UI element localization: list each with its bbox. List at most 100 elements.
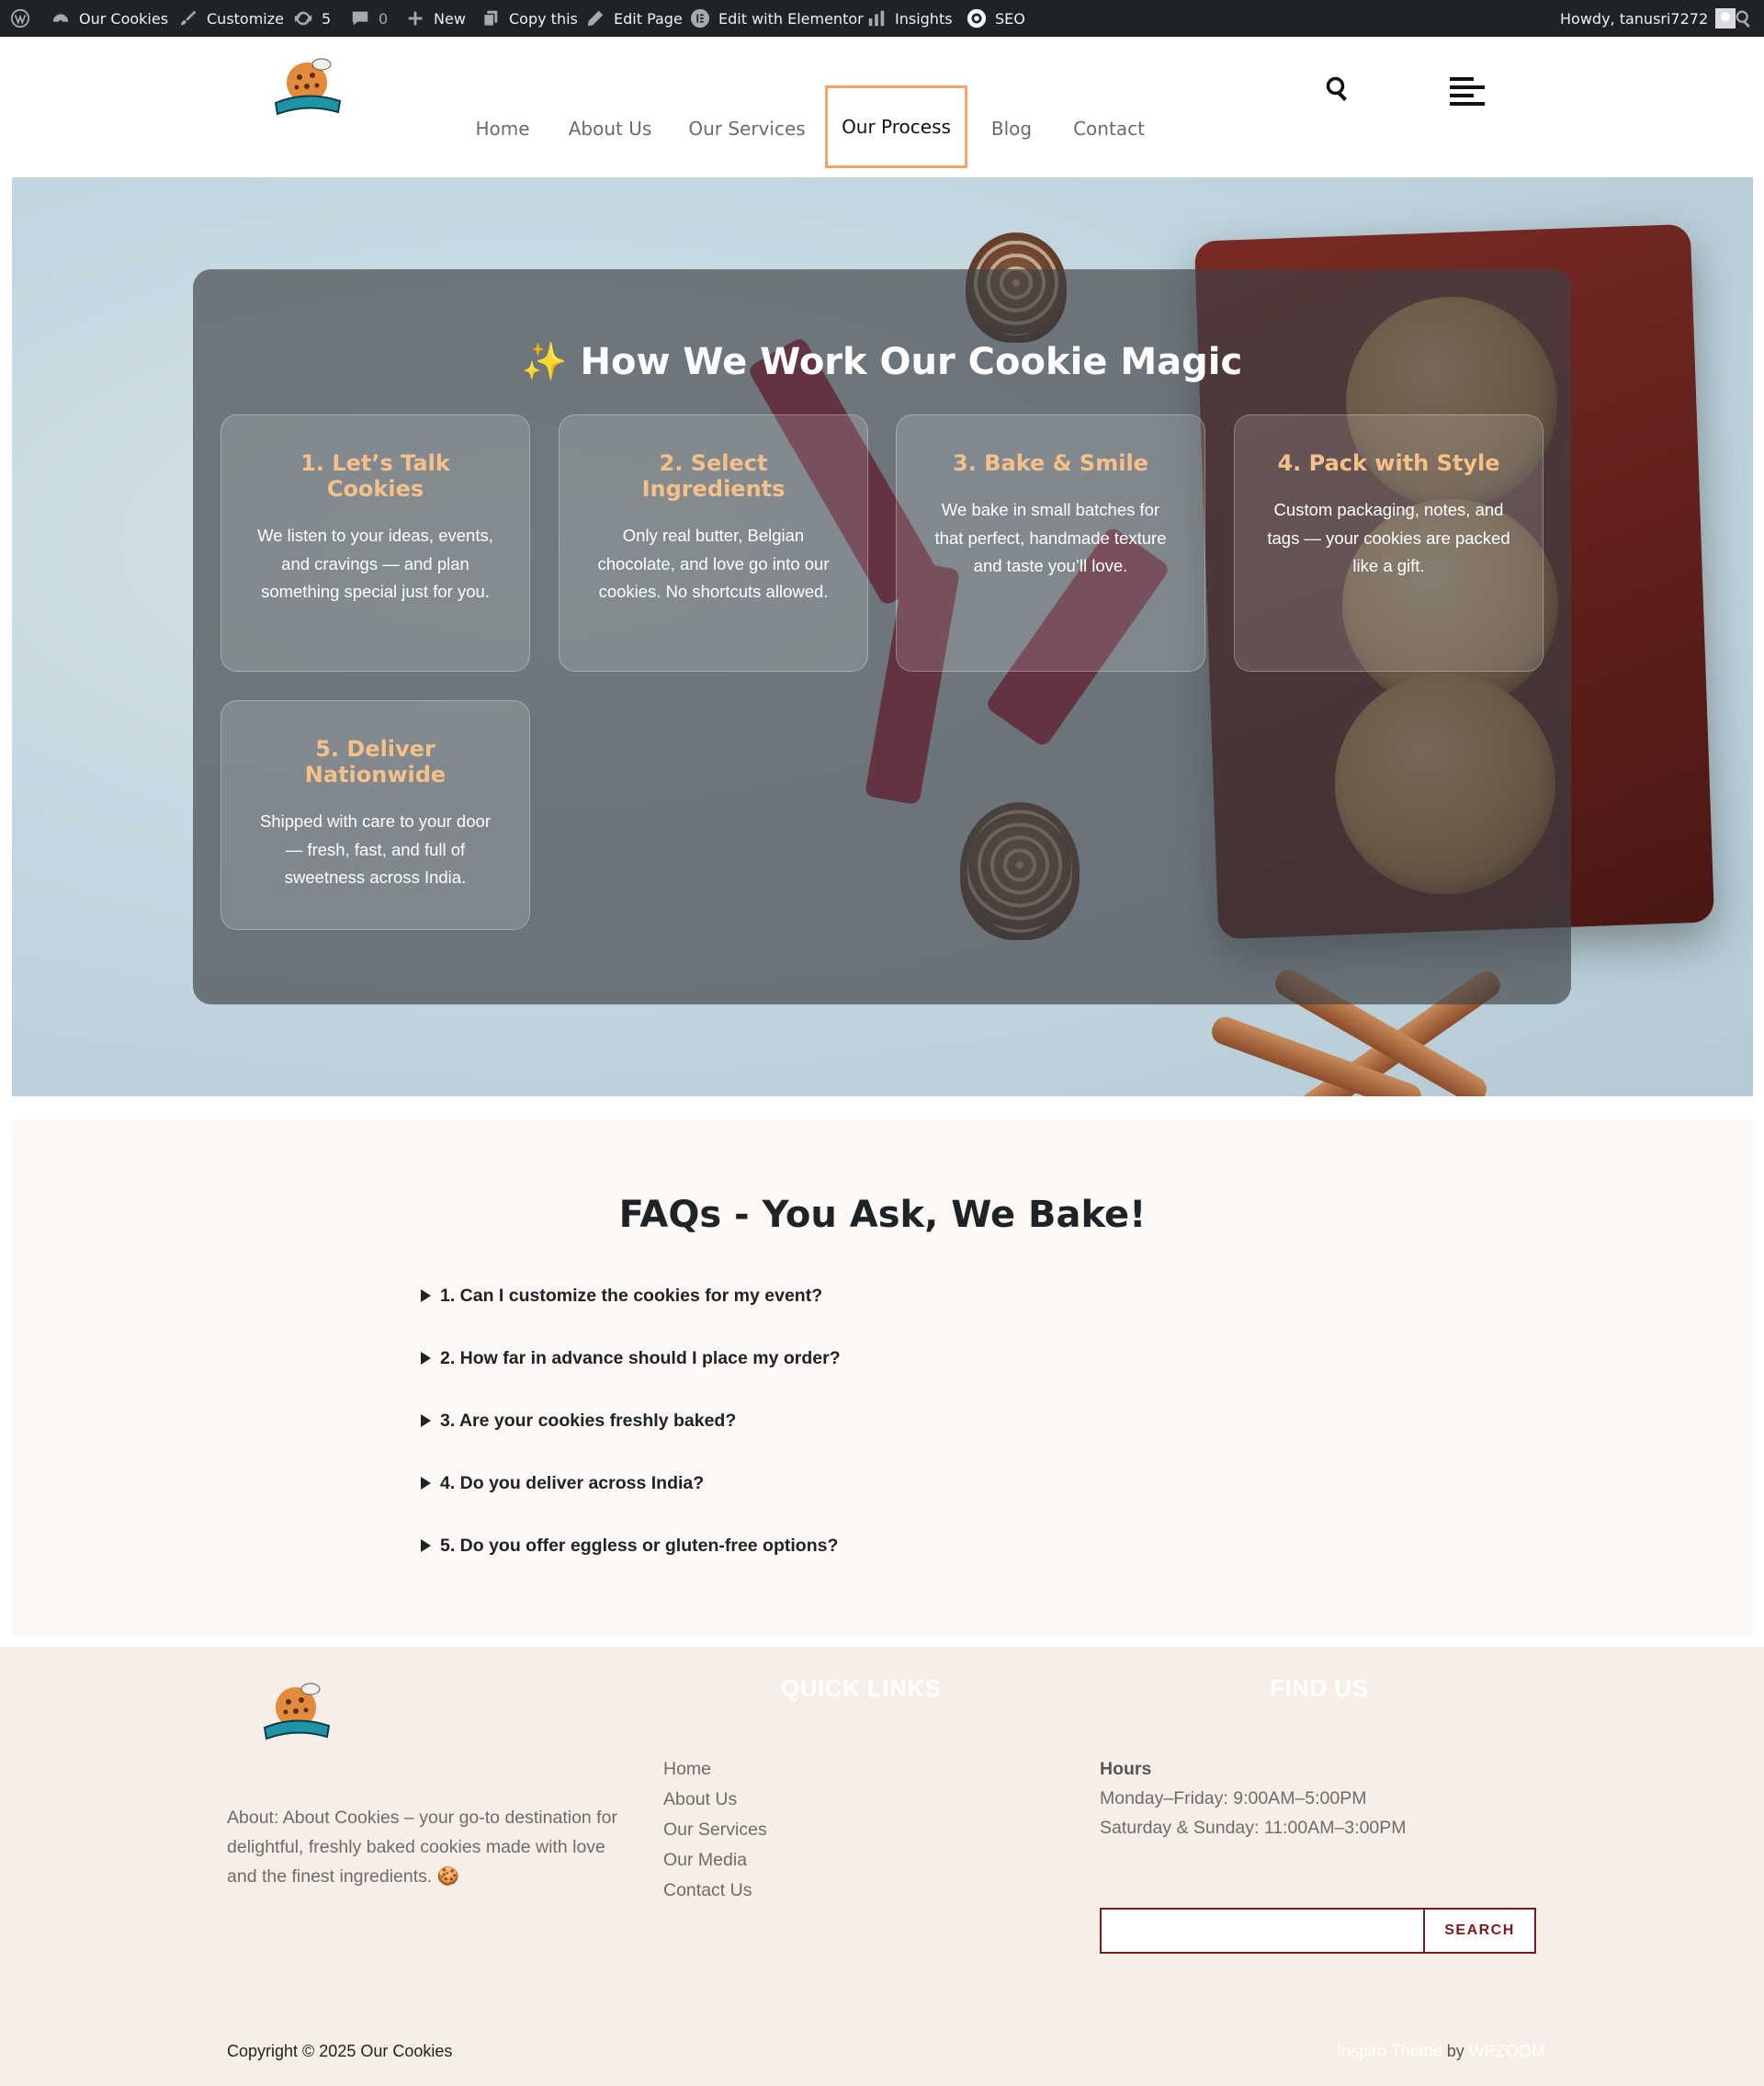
footer-link-home[interactable]: Home — [663, 1759, 711, 1780]
admin-edit-page-label: Edit Page — [614, 9, 683, 28]
faq-question: 5. Do you offer eggless or gluten-free o… — [440, 1535, 839, 1556]
copy-icon — [480, 7, 502, 29]
triangle-right-icon — [421, 1477, 431, 1490]
admin-edit-page[interactable]: Edit Page — [584, 0, 683, 37]
process-heading: ✨ How We Work Our Cookie Magic — [193, 340, 1571, 383]
admin-bar: Our Cookies Customize 5 0 New Copy this — [0, 0, 1764, 37]
process-step-card: 1. Let’s Talk Cookies We listen to your … — [220, 414, 530, 672]
admin-copy-this[interactable]: Copy this — [480, 0, 578, 37]
site-logo[interactable] — [268, 55, 345, 119]
nav-our-services[interactable]: Our Services — [682, 88, 812, 169]
nav-about-us[interactable]: About Us — [559, 88, 662, 169]
faq-question: 1. Can I customize the cookies for my ev… — [440, 1285, 823, 1306]
footer-search-input[interactable] — [1100, 1908, 1423, 1954]
bar-chart-icon — [865, 7, 888, 29]
process-step-card: 3. Bake & Smile We bake in small batches… — [896, 414, 1205, 672]
footer-about-text: About: About Cookies – your go-to destin… — [227, 1808, 617, 1887]
hours-weekday: Monday–Friday: 9:00AM–5:00PM — [1100, 1788, 1367, 1808]
footer-link-our-services[interactable]: Our Services — [663, 1820, 767, 1841]
admin-search[interactable] — [1733, 0, 1755, 37]
dashboard-icon — [50, 7, 72, 29]
footer-link-contact-us[interactable]: Contact Us — [663, 1880, 752, 1901]
step-text: We listen to your ideas, events, and cra… — [257, 526, 493, 601]
step-title: 3. Bake & Smile — [953, 450, 1148, 476]
step-title: 5. Deliver Nationwide — [304, 736, 447, 788]
faq-item[interactable]: 5. Do you offer eggless or gluten-free o… — [421, 1532, 838, 1559]
step-text: We bake in small batches for that perfec… — [934, 500, 1167, 575]
footer-about: About: About Cookies – your go-to destin… — [227, 1803, 622, 1891]
triangle-right-icon — [421, 1539, 431, 1552]
admin-account[interactable]: Howdy, tanusri7272 — [1560, 0, 1736, 37]
admin-updates[interactable]: 5 — [292, 0, 331, 37]
faq-item[interactable]: 4. Do you deliver across India? — [421, 1469, 704, 1497]
admin-greeting: Howdy, tanusri7272 — [1560, 9, 1709, 28]
theme-credit-link[interactable]: Inspiro Theme — [1337, 2042, 1442, 2060]
admin-comments-count: 0 — [379, 9, 389, 28]
admin-site-name-label: Our Cookies — [79, 9, 169, 28]
footer-link-about-us[interactable]: About Us — [663, 1789, 737, 1810]
step-title: 4. Pack with Style — [1277, 450, 1500, 476]
footer-logo[interactable] — [257, 1680, 334, 1744]
elementor-icon — [689, 7, 711, 29]
hamburger-menu-icon[interactable] — [1450, 75, 1487, 113]
nav-our-process[interactable]: Our Process — [825, 85, 967, 168]
step-title: 1. Let’s Talk Cookies — [300, 450, 450, 502]
admin-updates-count: 5 — [322, 9, 332, 28]
hours-heading: Hours — [1100, 1759, 1152, 1779]
process-title-text: How We Work Our Cookie Magic — [580, 341, 1243, 383]
admin-copy-label: Copy this — [509, 9, 578, 28]
step-text: Custom packaging, notes, and tags — your… — [1267, 500, 1510, 575]
faq-heading: FAQs - You Ask, We Bake! — [618, 1194, 1147, 1236]
process-step-card: 5. Deliver Nationwide Shipped with care … — [220, 700, 530, 930]
admin-seo-label: SEO — [995, 9, 1025, 28]
cookie-emoji-icon: 🍪 — [436, 1866, 460, 1887]
admin-comments[interactable]: 0 — [349, 0, 388, 37]
sparkle-icon: ✨ — [521, 341, 568, 383]
nav-blog[interactable]: Blog — [983, 88, 1040, 169]
admin-customize-label: Customize — [207, 9, 284, 28]
header-search-icon[interactable] — [1325, 75, 1351, 106]
nav-contact[interactable]: Contact — [1066, 88, 1152, 169]
process-step-card: 4. Pack with Style Custom packaging, not… — [1234, 414, 1544, 672]
faq-item[interactable]: 1. Can I customize the cookies for my ev… — [421, 1282, 822, 1309]
find-us-heading: FIND US — [1270, 1674, 1369, 1702]
nav-home[interactable]: Home — [465, 88, 540, 169]
triangle-right-icon — [421, 1352, 431, 1365]
updates-icon — [292, 7, 314, 29]
faq-question: 3. Are your cookies freshly baked? — [440, 1410, 737, 1431]
admin-insights[interactable]: Insights — [865, 0, 953, 37]
wordpress-logo-icon[interactable] — [9, 0, 31, 37]
brush-icon — [177, 7, 199, 29]
theme-credit: Inspiro Theme by WPZOOM — [1337, 2042, 1545, 2061]
step-text: Only real butter, Belgian chocolate, and… — [597, 526, 830, 601]
faq-item[interactable]: 2. How far in advance should I place my … — [421, 1344, 841, 1372]
comment-icon — [349, 7, 371, 29]
wordpress-icon — [9, 7, 31, 29]
plus-icon — [404, 7, 426, 29]
admin-edit-elementor-label: Edit with Elementor — [718, 9, 864, 28]
admin-customize[interactable]: Customize — [177, 0, 284, 37]
footer-link-our-media[interactable]: Our Media — [663, 1850, 747, 1871]
footer-search-button[interactable]: SEARCH — [1423, 1908, 1536, 1954]
search-icon — [1733, 7, 1755, 29]
step-title: 2. Select Ingredients — [641, 450, 786, 502]
author-credit-link[interactable]: WPZOOM — [1469, 2042, 1545, 2060]
pencil-icon — [584, 7, 606, 29]
faq-section: FAQs - You Ask, We Bake! 1. Can I custom… — [12, 1120, 1753, 1635]
triangle-right-icon — [421, 1414, 431, 1427]
admin-seo[interactable]: SEO — [966, 0, 1025, 37]
admin-new[interactable]: New — [404, 0, 466, 37]
triangle-right-icon — [421, 1289, 431, 1302]
admin-new-label: New — [434, 9, 466, 28]
faq-item[interactable]: 3. Are your cookies freshly baked? — [421, 1407, 736, 1434]
faq-question: 4. Do you deliver across India? — [440, 1472, 705, 1493]
step-text: Shipped with care to your door — fresh, … — [260, 811, 491, 887]
hours-weekend: Saturday & Sunday: 11:00AM–3:00PM — [1100, 1818, 1407, 1838]
quick-links-heading: QUICK LINKS — [781, 1674, 942, 1702]
admin-site-name[interactable]: Our Cookies — [50, 0, 168, 37]
site-footer: About: About Cookies – your go-to destin… — [0, 1647, 1764, 2086]
theme-credit-by: by — [1446, 2042, 1464, 2060]
admin-edit-elementor[interactable]: Edit with Elementor — [689, 0, 864, 37]
process-step-card: 2. Select Ingredients Only real butter, … — [559, 414, 868, 672]
faq-question: 2. How far in advance should I place my … — [440, 1347, 841, 1368]
